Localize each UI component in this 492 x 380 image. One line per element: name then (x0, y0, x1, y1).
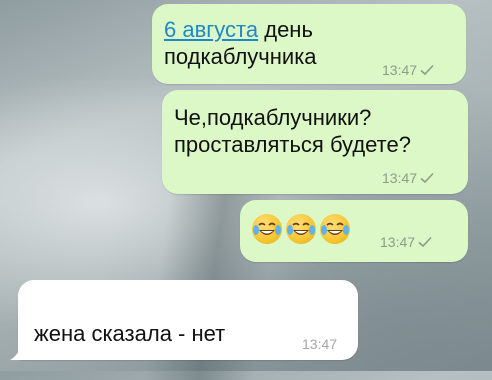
message-time: 13:47 (382, 170, 418, 186)
chat-area[interactable]: 6 августа день подкаблучника 13:47 Че,по… (0, 0, 492, 371)
message-meta: 13:47 (382, 170, 434, 186)
face-with-tears-of-joy-icon (286, 214, 316, 244)
outgoing-message-bubble[interactable]: Че,подкаблучники? проставляться будете? … (162, 90, 468, 194)
message-time: 13:47 (382, 62, 418, 78)
outgoing-message-bubble[interactable]: 13:47 (240, 200, 468, 262)
single-check-icon (418, 236, 432, 248)
face-with-tears-of-joy-icon (320, 214, 350, 244)
message-text: жена сказала - нет (34, 321, 226, 346)
message-text-line: Че,подкаблучники? (174, 105, 372, 130)
message-text-part: день (258, 17, 313, 42)
message-meta: 13:47 (380, 234, 432, 250)
message-text: Че,подкаблучники? проставляться будете? (174, 104, 411, 158)
message-time: 13:47 (302, 336, 338, 352)
single-check-icon (420, 172, 434, 184)
message-text-line: проставляться будете? (174, 132, 411, 157)
message-text-line: подкаблучника (164, 44, 317, 69)
message-time: 13:47 (380, 234, 416, 250)
date-link[interactable]: 6 августа (164, 17, 258, 42)
message-text: 6 августа день подкаблучника (164, 16, 317, 70)
message-meta: 13:47 (382, 62, 434, 78)
bubble-tail (10, 344, 28, 360)
incoming-message-bubble[interactable]: жена сказала - нет 13:47 (10, 280, 358, 360)
single-check-icon (420, 64, 434, 76)
emoji-row (252, 214, 354, 244)
face-with-tears-of-joy-icon (252, 214, 282, 244)
outgoing-message-bubble[interactable]: 6 августа день подкаблучника 13:47 (152, 4, 466, 84)
message-meta: 13:47 (302, 336, 337, 352)
